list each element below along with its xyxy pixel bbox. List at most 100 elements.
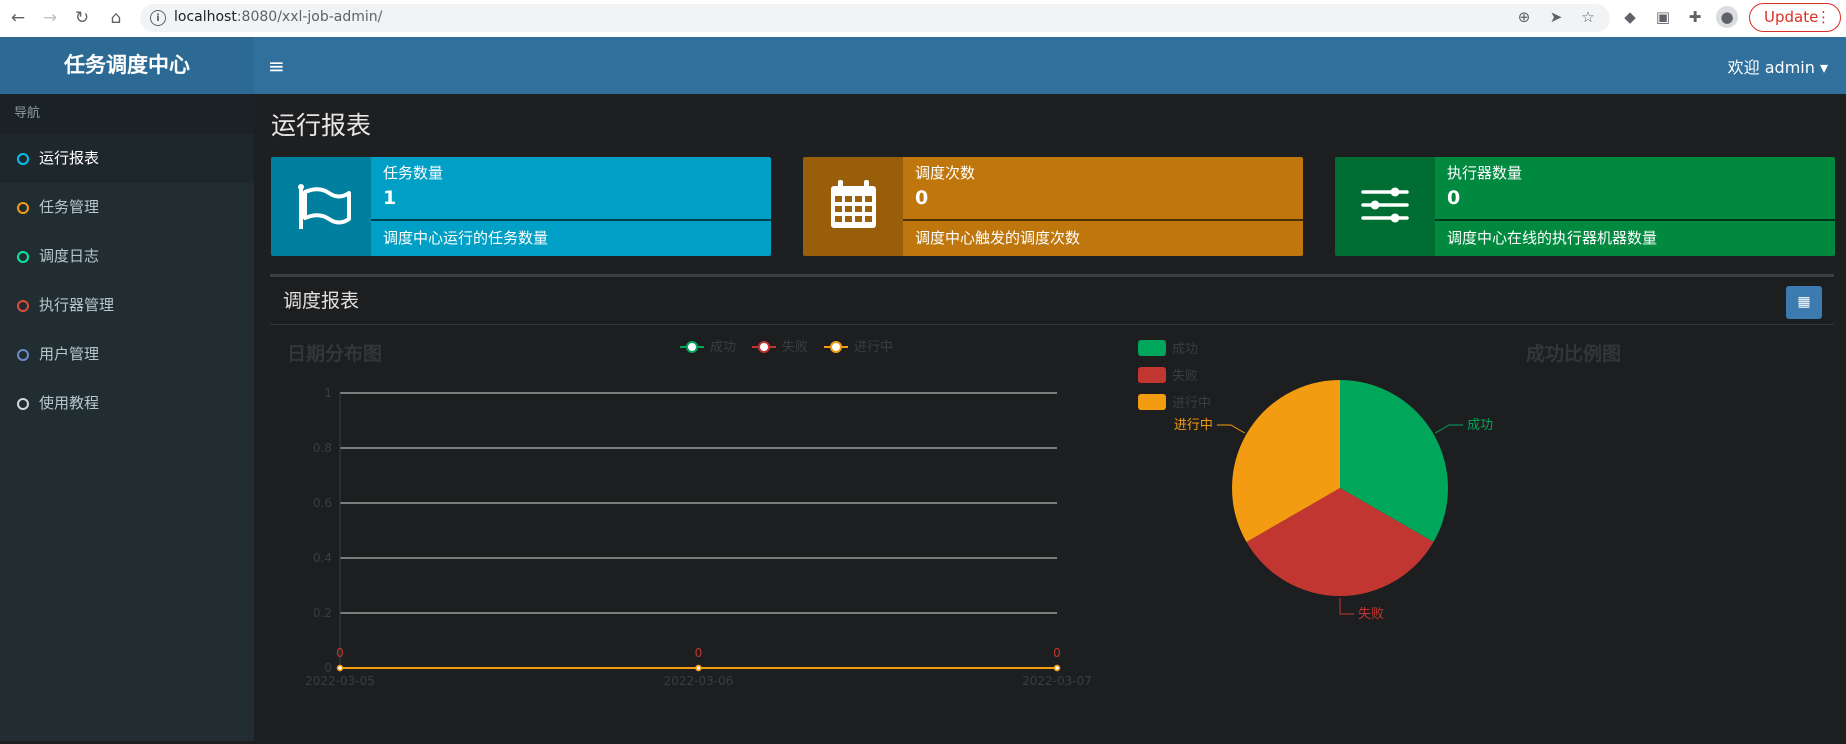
legend-marker: [758, 341, 770, 353]
sidebar-item-dispatch-log[interactable]: 调度日志: [0, 232, 254, 281]
address-bar[interactable]: i localhost:8080/xxl-job-admin/: [140, 4, 1610, 32]
zoom-icon[interactable]: ⊕: [1513, 6, 1535, 28]
home-icon[interactable]: ⌂: [104, 6, 128, 30]
menu-dots-icon[interactable]: ⋮: [1816, 4, 1831, 31]
url-path: :8080/xxl-job-admin/: [236, 9, 383, 25]
y-tick-label: 0.6: [313, 496, 332, 510]
sidebar: 导航 运行报表 任务管理 调度日志 执行器管理 用户管理 使用教程: [0, 94, 254, 741]
data-label: 0: [695, 646, 703, 660]
legend-label: 失败: [1172, 369, 1198, 384]
circle-icon: [17, 300, 29, 312]
pie-label: 成功: [1467, 418, 1493, 433]
sidebar-item-executor-manage[interactable]: 执行器管理: [0, 281, 254, 330]
legend-swatch: [1138, 340, 1166, 356]
top-navbar: ≡ 欢迎 admin ▾: [254, 37, 1846, 94]
legend-swatch: [1138, 394, 1166, 410]
sliders-icon: [1335, 157, 1435, 256]
info-box-value: 1: [383, 187, 397, 209]
update-label: Update: [1764, 8, 1819, 26]
extensions-puzzle-icon[interactable]: ✚: [1684, 6, 1706, 28]
info-box-divider: [371, 219, 771, 221]
url-host: localhost: [174, 9, 237, 25]
forward-icon[interactable]: →: [38, 6, 62, 30]
x-tick-label: 2022-03-07: [1022, 674, 1092, 688]
circle-icon: [17, 202, 29, 214]
sidebar-item-run-report[interactable]: 运行报表: [0, 134, 254, 183]
x-tick-label: 2022-03-06: [664, 674, 734, 688]
info-box-title: 任务数量: [383, 164, 444, 182]
pie-label-line: [1435, 424, 1464, 434]
sidebar-toggle-icon[interactable]: ≡: [268, 54, 285, 78]
x-tick-label: 2022-03-05: [305, 674, 375, 688]
calendar-icon: [803, 157, 903, 256]
sidebar-item-label: 任务管理: [39, 198, 100, 216]
y-tick-label: 0: [324, 661, 332, 675]
flag-icon: [271, 157, 371, 256]
extension-ninja-icon[interactable]: ◆: [1619, 6, 1641, 28]
circle-icon: [17, 153, 29, 165]
site-info-icon[interactable]: i: [150, 10, 166, 26]
user-menu[interactable]: 欢迎 admin ▾: [1728, 54, 1828, 78]
legend-label: 成功: [1172, 342, 1198, 357]
info-box-job-count: 任务数量 1 调度中心运行的任务数量: [271, 157, 771, 256]
circle-icon: [17, 251, 29, 263]
legend-marker: [830, 341, 842, 353]
date-range-button[interactable]: ▦: [1786, 286, 1822, 319]
sidebar-item-job-manage[interactable]: 任务管理: [0, 183, 254, 232]
pie-label-line: [1216, 424, 1245, 434]
sidebar-header: 导航: [0, 94, 254, 134]
extension-box-icon[interactable]: ▣: [1652, 6, 1674, 28]
legend-label: 进行中: [854, 340, 893, 355]
sidebar-item-tutorial[interactable]: 使用教程: [0, 379, 254, 428]
y-tick-label: 1: [324, 386, 332, 400]
legend-label: 进行中: [1172, 396, 1211, 411]
sidebar-item-user-manage[interactable]: 用户管理: [0, 330, 254, 379]
legend-item: 进行中: [1138, 394, 1211, 411]
line-chart: 0 0.2 0.4 0.6 0.8 1 2022-03-05 2022-03-06 2022-0…: [305, 340, 1092, 688]
y-tick-label: 0.2: [313, 606, 332, 620]
info-box-desc: 调度中心在线的执行器机器数量: [1447, 229, 1658, 247]
legend-item: 失败: [1138, 367, 1198, 384]
legend-label: 失败: [782, 340, 808, 355]
legend-item: 成功: [1138, 340, 1198, 357]
info-box-title: 调度次数: [915, 164, 976, 182]
pie-label: 进行中: [1174, 418, 1213, 433]
info-box-divider: [903, 219, 1303, 221]
calendar-icon: ▦: [1797, 294, 1811, 310]
data-point: [336, 664, 344, 672]
report-panel: 调度报表 ▦ 日期分布图 成功比例图 0 0.2 0.4 0.6 0.8 1 2022-03…: [270, 274, 1834, 744]
report-title: 调度报表: [283, 290, 360, 312]
info-box-desc: 调度中心运行的任务数量: [383, 229, 549, 247]
info-box-title: 执行器数量: [1447, 164, 1523, 182]
pie-label: 失败: [1358, 607, 1384, 622]
legend-swatch: [1138, 367, 1166, 383]
back-icon[interactable]: ←: [6, 6, 30, 30]
bookmark-star-icon[interactable]: ☆: [1577, 6, 1599, 28]
legend-item: 失败: [752, 340, 808, 355]
profile-icon[interactable]: ●: [1716, 6, 1738, 28]
circle-icon: [17, 398, 29, 410]
url-text: localhost:8080/xxl-job-admin/: [174, 9, 382, 25]
info-box-value: 0: [915, 187, 929, 209]
app-logo[interactable]: 任务调度中心: [0, 37, 254, 94]
reload-icon[interactable]: ↻: [70, 6, 94, 30]
sidebar-item-label: 调度日志: [39, 247, 100, 265]
send-icon[interactable]: ➤: [1545, 6, 1567, 28]
info-box-dispatch-count: 调度次数 0 调度中心触发的调度次数: [803, 157, 1303, 256]
page-title: 运行报表: [271, 111, 372, 140]
data-point: [695, 664, 702, 672]
legend-item: 成功: [680, 340, 736, 355]
update-button[interactable]: Update ⋮: [1749, 3, 1841, 32]
legend-marker: [686, 341, 698, 353]
sidebar-item-label: 用户管理: [39, 345, 100, 363]
info-box-desc: 调度中心触发的调度次数: [915, 229, 1081, 247]
circle-icon: [17, 349, 29, 361]
sidebar-item-label: 使用教程: [39, 394, 100, 412]
info-box-executor-count: 执行器数量 0 调度中心在线的执行器机器数量: [1335, 157, 1835, 256]
legend-item: 进行中: [824, 340, 893, 355]
data-label: 0: [336, 646, 344, 660]
data-label: 0: [1053, 646, 1061, 660]
y-tick-label: 0.4: [313, 551, 332, 565]
info-box-value: 0: [1447, 187, 1461, 209]
legend-label: 成功: [710, 340, 736, 355]
